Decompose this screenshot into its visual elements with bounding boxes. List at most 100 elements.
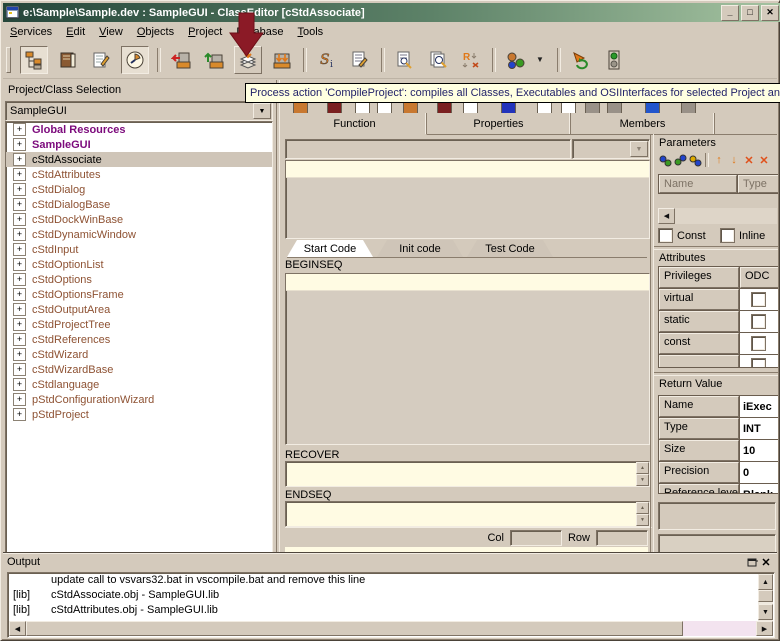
expand-plus-icon[interactable]: + xyxy=(13,228,26,241)
return-value-value[interactable]: INT xyxy=(740,418,778,439)
output-hscrollbar[interactable]: ◀ ▶ xyxy=(9,621,773,636)
function-name-input[interactable] xyxy=(285,139,571,159)
return-value-value[interactable]: Blank xyxy=(740,484,778,494)
return-value-value[interactable]: 10 xyxy=(740,440,778,461)
expand-plus-icon[interactable]: + xyxy=(13,273,26,286)
dock-pin-icon[interactable] xyxy=(745,555,759,569)
editor-tab[interactable]: Properties xyxy=(427,113,571,134)
expand-plus-icon[interactable]: + xyxy=(13,153,26,166)
expand-plus-icon[interactable]: + xyxy=(13,138,26,151)
close-button[interactable]: ✕ xyxy=(761,5,779,21)
journal-icon[interactable] xyxy=(55,47,81,73)
delete-parameter-icon[interactable]: ✕ xyxy=(742,153,756,167)
tree-item[interactable]: + cStdlanguage xyxy=(6,377,272,392)
parameters-hscrollbar[interactable]: ◀ xyxy=(658,208,777,224)
attribute-checkbox[interactable] xyxy=(751,336,766,351)
code-tab[interactable]: Init code xyxy=(377,240,463,257)
output-log[interactable]: update call to vsvars32.bat in vscompile… xyxy=(7,572,775,638)
chevron-down-icon[interactable]: ▼ xyxy=(253,103,271,119)
tree-item[interactable]: + pStdConfigurationWizard xyxy=(6,392,272,407)
find-edit-doc-icon[interactable] xyxy=(392,47,418,73)
expand-plus-icon[interactable]: + xyxy=(13,333,26,346)
close-output-icon[interactable]: ✕ xyxy=(759,555,773,569)
output-vscrollbar[interactable]: ▲ ▼ xyxy=(758,574,773,621)
add-parameter-icon[interactable] xyxy=(658,153,672,167)
compile-project-icon[interactable] xyxy=(234,46,262,74)
expand-plus-icon[interactable]: + xyxy=(13,393,26,406)
tree-item[interactable]: + cStdOptionsFrame xyxy=(6,287,272,302)
tree-item[interactable]: + cStdDialogBase xyxy=(6,197,272,212)
run-refresh-icon[interactable] xyxy=(568,47,594,73)
session-clock-icon[interactable] xyxy=(121,46,149,74)
expand-plus-icon[interactable]: + xyxy=(13,213,26,226)
tree-item[interactable]: + cStdAttributes xyxy=(6,167,272,182)
debug-toggle-icon[interactable] xyxy=(601,47,627,73)
return-value-value[interactable]: iExec xyxy=(740,396,778,417)
function-list-area[interactable] xyxy=(285,160,650,239)
edit-doc-icon[interactable] xyxy=(347,47,373,73)
current-function-row[interactable] xyxy=(286,161,649,178)
attribute-checkbox[interactable] xyxy=(751,358,766,368)
edit-note-icon[interactable] xyxy=(88,47,114,73)
beginseq-editor[interactable] xyxy=(285,273,650,445)
build-all-icon[interactable] xyxy=(269,47,295,73)
tree-item[interactable]: + cStdDockWinBase xyxy=(6,212,272,227)
expand-plus-icon[interactable]: + xyxy=(13,183,26,196)
const-checkbox[interactable] xyxy=(658,228,673,243)
reorg-icon[interactable]: R xyxy=(458,47,484,73)
expand-plus-icon[interactable]: + xyxy=(13,363,26,376)
tree-item[interactable]: + cStdAssociate xyxy=(6,152,272,167)
expand-plus-icon[interactable]: + xyxy=(13,378,26,391)
tree-item[interactable]: + cStdReferences xyxy=(6,332,272,347)
move-down-icon[interactable]: ↓ xyxy=(727,153,741,167)
expand-plus-icon[interactable]: + xyxy=(13,303,26,316)
objects-balls-icon[interactable] xyxy=(503,47,529,73)
tree-item[interactable]: + cStdDynamicWindow xyxy=(6,227,272,242)
overload-combo[interactable]: ▼ xyxy=(572,139,650,159)
edit-parameter-icon[interactable] xyxy=(688,153,702,167)
endseq-editor[interactable]: ▲▼ xyxy=(285,501,650,527)
expand-plus-icon[interactable]: + xyxy=(13,243,26,256)
parameters-col-name[interactable]: Name xyxy=(659,175,737,193)
tree-item[interactable]: + cStdProjectTree xyxy=(6,317,272,332)
tree-item[interactable]: + SampleGUI xyxy=(6,137,272,152)
recover-editor[interactable]: ▲▼ xyxy=(285,461,650,487)
return-value-value[interactable]: 0 xyxy=(740,462,778,483)
menu-item[interactable]: Database xyxy=(229,24,290,40)
menu-item[interactable]: Services xyxy=(3,24,59,40)
code-tab[interactable]: Test Code xyxy=(467,240,553,257)
checkout-icon[interactable] xyxy=(201,47,227,73)
inline-checkbox[interactable] xyxy=(720,228,735,243)
move-up-icon[interactable]: ↑ xyxy=(712,153,726,167)
expand-plus-icon[interactable]: + xyxy=(13,288,26,301)
tree-item[interactable]: + pStdProject xyxy=(6,407,272,422)
tree-item[interactable]: + cStdOutputArea xyxy=(6,302,272,317)
tree-item[interactable]: + cStdWizardBase xyxy=(6,362,272,377)
panel-splitter[interactable] xyxy=(276,80,280,552)
minimize-button[interactable]: _ xyxy=(721,5,739,21)
endseq-scrollbar[interactable]: ▲▼ xyxy=(636,502,649,526)
attribute-checkbox[interactable] xyxy=(751,292,766,307)
toolbar-grip[interactable] xyxy=(6,47,11,73)
script-info-icon[interactable]: Si xyxy=(314,47,340,73)
attribute-checkbox[interactable] xyxy=(751,314,766,329)
tree-item[interactable]: + cStdOptionList xyxy=(6,257,272,272)
checkin-icon[interactable] xyxy=(168,47,194,73)
recover-scrollbar[interactable]: ▲▼ xyxy=(636,462,649,486)
editor-tab[interactable]: Members xyxy=(571,113,715,134)
attributes-col-privileges[interactable]: Privileges xyxy=(659,267,739,288)
maximize-button[interactable]: □ xyxy=(741,5,759,21)
expand-plus-icon[interactable]: + xyxy=(13,318,26,331)
menu-item[interactable]: Project xyxy=(181,24,229,40)
project-combo[interactable]: SampleGUI ▼ xyxy=(5,101,273,121)
current-code-line[interactable] xyxy=(286,274,649,291)
parameters-col-type[interactable]: Type xyxy=(738,175,778,193)
code-tab[interactable]: Start Code xyxy=(287,240,373,257)
expand-plus-icon[interactable]: + xyxy=(13,348,26,361)
expand-plus-icon[interactable]: + xyxy=(13,408,26,421)
menu-item[interactable]: Edit xyxy=(59,24,92,40)
attributes-col-odc[interactable]: ODC xyxy=(740,267,778,288)
delete-all-parameters-icon[interactable]: ✕ xyxy=(757,153,771,167)
expand-plus-icon[interactable]: + xyxy=(13,168,26,181)
expand-plus-icon[interactable]: + xyxy=(13,198,26,211)
